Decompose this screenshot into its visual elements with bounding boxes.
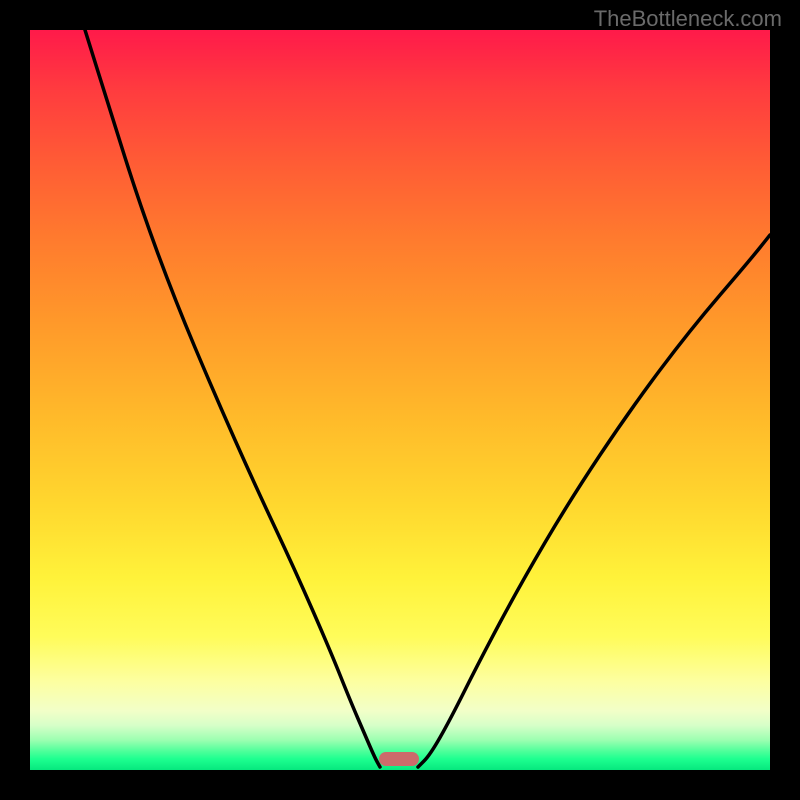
right-curve [418, 235, 770, 767]
plot-area [30, 30, 770, 770]
curves-svg [30, 30, 770, 770]
min-marker [379, 752, 419, 766]
watermark-text: TheBottleneck.com [594, 6, 782, 32]
left-curve [85, 30, 380, 767]
